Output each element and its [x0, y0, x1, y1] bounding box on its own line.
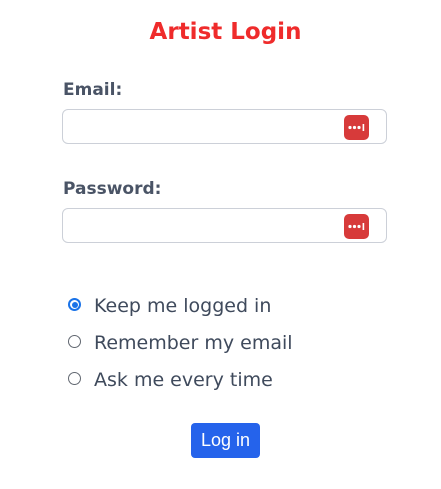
email-field-container: [62, 109, 387, 144]
email-label: Email:: [63, 80, 123, 100]
radio-button[interactable]: [68, 372, 81, 385]
radio-label: Ask me every time: [94, 369, 273, 391]
login-options-radio-group: Keep me logged in Remember my email Ask …: [68, 294, 388, 405]
password-manager-icon[interactable]: [344, 214, 369, 239]
radio-label: Remember my email: [94, 332, 293, 354]
page-title: Artist Login: [149, 19, 302, 45]
password-field[interactable]: [63, 209, 333, 242]
password-field-container: [62, 208, 387, 243]
radio-button[interactable]: [68, 335, 81, 348]
email-field[interactable]: [63, 110, 333, 143]
radio-option-keep-logged-in[interactable]: Keep me logged in: [68, 294, 388, 331]
radio-option-ask-every-time[interactable]: Ask me every time: [68, 368, 388, 405]
password-manager-icon[interactable]: [344, 115, 369, 140]
radio-label: Keep me logged in: [94, 295, 272, 317]
login-button[interactable]: Log in: [191, 423, 260, 458]
password-label: Password:: [63, 179, 162, 199]
radio-option-remember-email[interactable]: Remember my email: [68, 331, 388, 368]
radio-button-checked[interactable]: [68, 298, 81, 311]
